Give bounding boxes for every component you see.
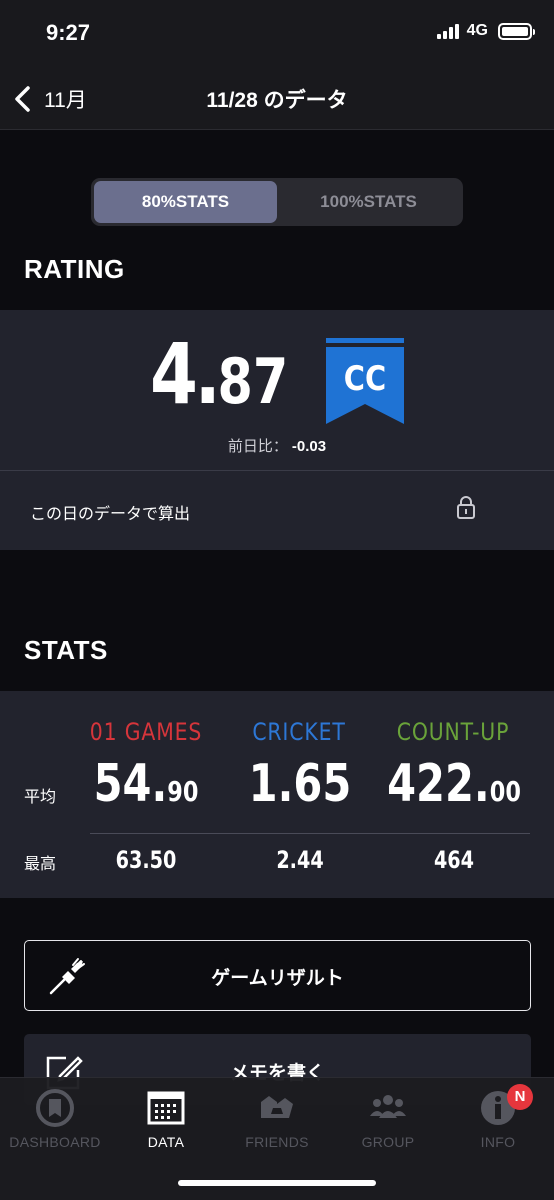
tab-group[interactable]: GROUP [333, 1088, 443, 1158]
stat-header-cricket: CRICKET [252, 718, 346, 746]
rating-diff: 前日比： -0.03 [0, 435, 554, 456]
tab-dashboard[interactable]: DASHBOARD [0, 1088, 110, 1158]
status-indicators: 4G [436, 22, 535, 40]
divider [90, 833, 530, 834]
home-indicator[interactable] [178, 1180, 376, 1186]
info-notification-badge: N [507, 1084, 533, 1110]
navigation-bar: 11月 11/28 のデータ [0, 70, 554, 130]
stat-average-count-up: 422.00 [387, 754, 521, 814]
group-icon [370, 1095, 406, 1118]
stat-average-cricket: 1.65 [248, 754, 352, 814]
diff-value: -0.03 [291, 438, 327, 455]
diff-label: 前日比： [227, 438, 288, 455]
stats-section-title: STATS [24, 635, 108, 665]
stat-max-01-games: 63.50 [115, 846, 177, 874]
rating-value: 4.87 [150, 325, 289, 423]
page-title: 11/28 のデータ [206, 89, 348, 112]
tab-friends[interactable]: FRIENDS [222, 1088, 332, 1158]
signal-icon [436, 23, 459, 39]
calculation-note: この日のデータで算出 [30, 506, 191, 523]
stat-header-01-games: 01 GAMES [89, 718, 203, 746]
status-time: 9:27 [46, 20, 91, 45]
dashboard-icon [36, 1089, 74, 1127]
stat-max-cricket: 2.44 [276, 846, 324, 874]
rating-class-label: CC [344, 360, 386, 399]
stat-average-01-games: 54.90 [93, 754, 199, 814]
game-result-button[interactable]: ゲームリザルト [24, 940, 531, 1011]
friends-icon [261, 1096, 293, 1118]
row-label-average: 平均 [24, 789, 57, 806]
stat-max-count-up: 464 [433, 846, 475, 874]
lock-icon[interactable] [456, 495, 476, 519]
network-type: 4G [466, 22, 488, 39]
rating-value-integer: 4 [150, 325, 198, 423]
divider [0, 470, 554, 471]
status-bar: 9:27 4G [0, 0, 554, 70]
data-icon [147, 1091, 185, 1125]
tab-info[interactable]: INFO N [443, 1084, 553, 1158]
segment-80-stats[interactable]: 80%STATS [94, 181, 277, 223]
stats-mode-segmented-control: 80%STATS 100%STATS [91, 178, 463, 226]
row-label-max: 最高 [24, 856, 57, 873]
rating-value-decimal: 87 [217, 345, 289, 418]
battery-icon [498, 22, 535, 40]
game-result-label: ゲームリザルト [211, 968, 344, 989]
tab-data[interactable]: DATA [111, 1088, 221, 1158]
rating-class-flag: CC [326, 338, 404, 424]
stat-header-count-up: COUNT-UP [396, 718, 510, 746]
segment-100-stats[interactable]: 100%STATS [277, 181, 460, 223]
rating-section-title: RATING [24, 254, 125, 284]
